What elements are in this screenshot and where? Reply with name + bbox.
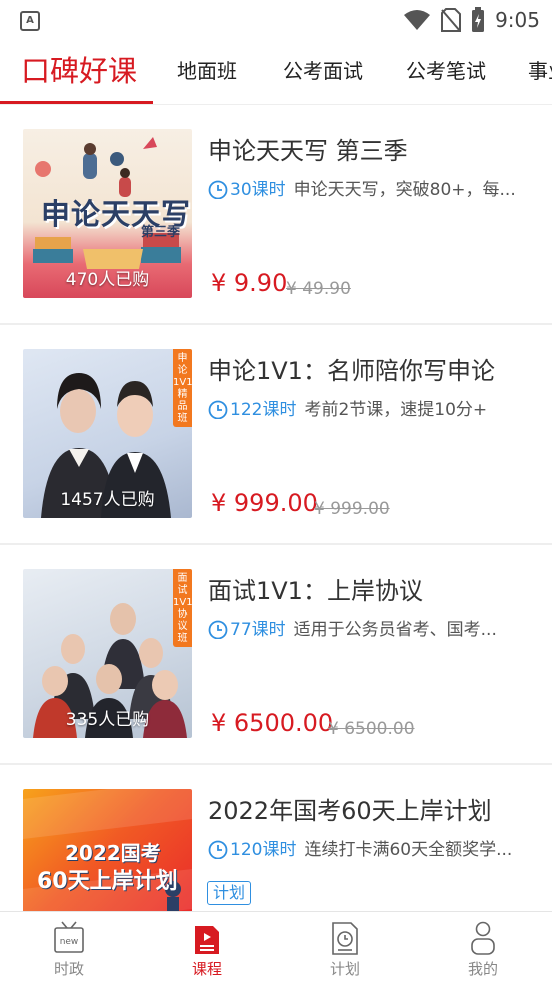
clock-icon: [208, 840, 228, 859]
bottom-navigation: new 时政 课程 计划 我的: [0, 911, 552, 984]
course-description: 申论天天写，突破80+，每...: [293, 180, 516, 199]
course-description: 适用于公务员省考、国考...: [293, 620, 497, 639]
course-title[interactable]: 申论天天写 第三季: [208, 131, 408, 166]
battery-icon: [472, 7, 485, 32]
course-meta: 77课时 适用于公务员省考、国考...: [208, 615, 538, 639]
course-meta: 120课时 连续打卡满60天全额奖学...: [208, 835, 538, 859]
lesson-count: 77课时: [230, 620, 286, 639]
course-description: 考前2节课，速提10分+: [304, 400, 488, 419]
profile-icon: [471, 921, 495, 955]
plan-tag: 计划: [207, 881, 252, 905]
class-type-badge: 申论1V1精品班: [173, 349, 192, 427]
nav-label: 时政: [53, 960, 84, 978]
buyer-count: 1457人已购: [60, 490, 155, 510]
tab-dimian-ban[interactable]: 地面班: [177, 40, 237, 104]
course-price: ¥ 999.00: [211, 489, 318, 517]
course-card[interactable]: 申论1V1精品班 1457人已购 申论1V1：名师陪你写申论 122课时 考前2节…: [0, 325, 552, 545]
tab-gongkao-bishi[interactable]: 公考笔试: [406, 40, 486, 104]
tab-koubei-haoke[interactable]: 口碑好课: [21, 40, 137, 104]
course-meta: 30课时 申论天天写，突破80+，每...: [208, 175, 538, 199]
clock-icon: [208, 400, 228, 419]
class-type-badge: 面试1V1协议班: [173, 569, 192, 647]
course-card[interactable]: 申论天天写 第三季 470人已购 申论天天写 第三季 30课时 申论天天写，突破8…: [0, 105, 552, 325]
course-icon: [195, 926, 219, 954]
tv-news-icon: new: [54, 921, 84, 953]
course-title[interactable]: 申论1V1：名师陪你写申论: [208, 351, 495, 386]
status-bar: A 9:05: [0, 0, 552, 40]
course-card[interactable]: 面试1V1协议班 335人已购 面试1V1：上岸协议 77课时 适用于公务员省考、…: [0, 545, 552, 765]
svg-text:new: new: [60, 937, 79, 947]
buyer-count: 335人已购: [65, 710, 150, 730]
clock-time: 9:05: [495, 8, 540, 32]
original-price: ¥ 999.00: [314, 499, 390, 519]
clock-icon: [208, 620, 228, 639]
course-price: ¥ 9.90: [211, 269, 288, 297]
buyer-count: 470人已购: [65, 270, 150, 290]
status-icons: 9:05: [403, 6, 540, 34]
nav-kecheng[interactable]: 课程: [138, 912, 276, 984]
lesson-count: 122课时: [230, 400, 297, 419]
no-sim-icon: [441, 8, 462, 32]
nav-shizheng[interactable]: new 时政: [0, 912, 138, 984]
course-title[interactable]: 2022年国考60天上岸计划: [208, 791, 492, 826]
plan-clock-icon: [332, 922, 358, 955]
original-price: ¥ 6500.00: [328, 719, 415, 739]
course-thumbnail[interactable]: 面试1V1协议班 335人已购: [23, 569, 192, 738]
course-title[interactable]: 面试1V1：上岸协议: [208, 571, 423, 606]
thumbnail-title: 2022国考: [65, 841, 161, 865]
app-notification-icon: A: [20, 11, 40, 31]
course-thumbnail[interactable]: 申论天天写 第三季 470人已购: [23, 129, 192, 298]
wifi-icon: [404, 10, 431, 30]
nav-label: 计划: [329, 960, 360, 978]
lesson-count: 30课时: [230, 180, 286, 199]
course-price: ¥ 6500.00: [211, 709, 334, 737]
tab-gongkao-mianshi[interactable]: 公考面试: [283, 40, 363, 104]
course-description: 连续打卡满60天全额奖学...: [304, 840, 513, 859]
tab-shiye[interactable]: 事业: [528, 40, 552, 104]
course-thumbnail[interactable]: 申论1V1精品班 1457人已购: [23, 349, 192, 518]
thumbnail-subtitle: 60天上岸计划: [37, 869, 178, 894]
nav-jihua[interactable]: 计划: [276, 912, 414, 984]
category-tabs: 口碑好课 地面班 公考面试 公考笔试 事业: [0, 40, 552, 105]
course-meta: 122课时 考前2节课，速提10分+: [208, 395, 538, 419]
original-price: ¥ 49.90: [286, 279, 351, 299]
lesson-count: 120课时: [230, 840, 297, 859]
nav-label: 我的: [467, 960, 498, 978]
nav-label: 课程: [191, 960, 222, 978]
clock-icon: [208, 180, 228, 199]
active-tab-indicator: [0, 101, 153, 104]
thumbnail-subtitle: 第三季: [141, 225, 181, 240]
nav-wode[interactable]: 我的: [414, 912, 552, 984]
